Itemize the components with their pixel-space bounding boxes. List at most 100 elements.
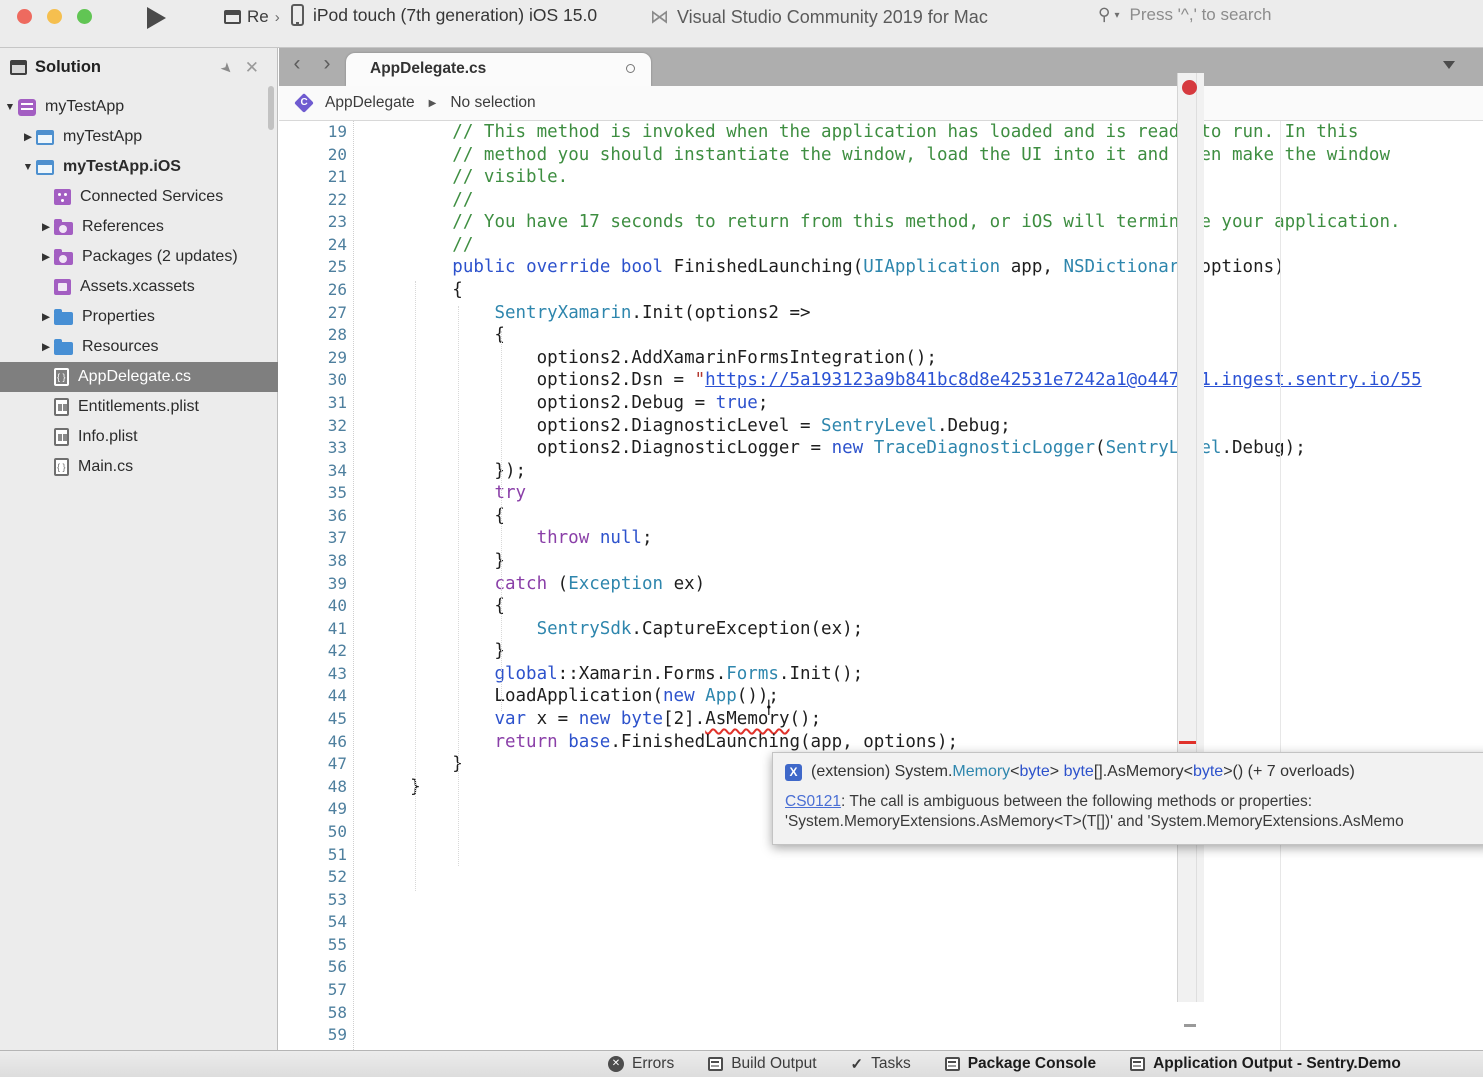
code-line[interactable]: 29 options2.AddXamarinFormsIntegration()… [279, 347, 1483, 370]
line-number[interactable]: 24 [279, 234, 347, 257]
chevron-right-icon[interactable]: ▶ [38, 311, 54, 323]
line-number[interactable]: 26 [279, 279, 347, 302]
code-line[interactable]: 22 // [279, 189, 1483, 212]
navigate-forward-button[interactable]: › [315, 52, 339, 76]
line-number[interactable]: 39 [279, 573, 347, 596]
statusbar-pad-errors[interactable]: ✕Errors [608, 1055, 674, 1073]
code-line[interactable]: 46 return base.FinishedLaunching(app, op… [279, 731, 1483, 754]
line-number[interactable]: 48 [279, 776, 347, 799]
code-line[interactable]: 30 options2.Dsn = "https://5a193123a9b84… [279, 369, 1483, 392]
line-number[interactable]: 22 [279, 189, 347, 212]
line-number[interactable]: 40 [279, 595, 347, 618]
code-line[interactable]: 38 } [279, 550, 1483, 573]
line-number[interactable]: 36 [279, 505, 347, 528]
file-error-indicator-icon[interactable] [1182, 80, 1197, 95]
code-line[interactable]: 44 LoadApplication(new App()); [279, 685, 1483, 708]
code-editor[interactable]: 19 // This method is invoked when the ap… [279, 121, 1483, 1050]
code-line[interactable]: 28 { [279, 324, 1483, 347]
chevron-right-icon[interactable]: ▶ [38, 221, 54, 233]
line-number[interactable]: 59 [279, 1024, 347, 1047]
line-number[interactable]: 49 [279, 798, 347, 821]
line-number[interactable]: 33 [279, 437, 347, 460]
sidebar-item-mytestapp[interactable]: ▶myTestApp [0, 122, 278, 152]
tab-list-dropdown-icon[interactable] [1443, 61, 1455, 69]
line-number[interactable]: 23 [279, 211, 347, 234]
chevron-down-icon[interactable]: ▼ [2, 101, 18, 113]
line-number[interactable]: 54 [279, 911, 347, 934]
run-button[interactable] [147, 7, 166, 29]
search-input[interactable]: ⚲ ▾ Press '^,' to search [1098, 5, 1478, 25]
chevron-right-icon[interactable]: ▶ [38, 341, 54, 353]
window-minimize-button[interactable] [47, 9, 62, 24]
line-number[interactable]: 52 [279, 866, 347, 889]
line-number[interactable]: 37 [279, 527, 347, 550]
code-line[interactable]: 37 throw null; [279, 527, 1483, 550]
line-number[interactable]: 50 [279, 821, 347, 844]
statusbar-pad-tasks[interactable]: ✓Tasks [851, 1055, 911, 1073]
line-number[interactable]: 34 [279, 460, 347, 483]
line-number[interactable]: 51 [279, 844, 347, 867]
sidebar-item-info-plist[interactable]: Info.plist [0, 422, 278, 452]
line-number[interactable]: 58 [279, 1002, 347, 1025]
code-line[interactable]: 39 catch (Exception ex) [279, 573, 1483, 596]
sidebar-item-main-cs[interactable]: Main.cs [0, 452, 278, 482]
code-line[interactable]: 40 { [279, 595, 1483, 618]
editor-scrollbar[interactable] [1177, 73, 1204, 1002]
pin-icon[interactable]: ➤ [217, 58, 237, 78]
line-number[interactable]: 47 [279, 753, 347, 776]
code-line[interactable]: 42 } [279, 640, 1483, 663]
code-line[interactable]: 23 // You have 17 seconds to return from… [279, 211, 1483, 234]
code-line[interactable]: 51 [279, 844, 1483, 867]
sidebar-item-references[interactable]: ▶References [0, 212, 278, 242]
statusbar-pad-application-output-sentry-demo[interactable]: Application Output - Sentry.Demo [1130, 1055, 1401, 1073]
configuration-selector[interactable]: Re › [224, 7, 280, 27]
chevron-down-icon[interactable]: ▼ [20, 161, 36, 173]
close-icon[interactable]: ✕ [245, 58, 259, 78]
breadcrumb-member[interactable]: No selection [450, 94, 535, 112]
sidebar-item-mytestapp[interactable]: ▼myTestApp [0, 92, 278, 122]
sidebar-item-packages-2-updates-[interactable]: ▶Packages (2 updates) [0, 242, 278, 272]
line-number[interactable]: 28 [279, 324, 347, 347]
line-number[interactable]: 55 [279, 934, 347, 957]
line-number[interactable]: 43 [279, 663, 347, 686]
line-number[interactable]: 46 [279, 731, 347, 754]
line-number[interactable]: 27 [279, 302, 347, 325]
sidebar-item-mytestapp-ios[interactable]: ▼myTestApp.iOS [0, 152, 278, 182]
line-number[interactable]: 45 [279, 708, 347, 731]
line-number[interactable]: 41 [279, 618, 347, 641]
device-selector[interactable]: iPod touch (7th generation) iOS 15.0 [291, 4, 597, 26]
line-number[interactable]: 29 [279, 347, 347, 370]
code-line[interactable]: 25 public override bool FinishedLaunchin… [279, 256, 1483, 279]
line-number[interactable]: 20 [279, 144, 347, 167]
line-number[interactable]: 56 [279, 956, 347, 979]
code-line[interactable]: 43 global::Xamarin.Forms.Forms.Init(); [279, 663, 1483, 686]
line-number[interactable]: 57 [279, 979, 347, 1002]
code-line[interactable]: 27 SentryXamarin.Init(options2 => [279, 302, 1483, 325]
line-number[interactable]: 30 [279, 369, 347, 392]
code-line[interactable]: 45 var x = new byte[2].AsMemory(); [279, 708, 1483, 731]
code-line[interactable]: 24 // [279, 234, 1483, 257]
code-line[interactable]: 41 SentrySdk.CaptureException(ex); [279, 618, 1483, 641]
scrollbar-error-marker[interactable] [1179, 741, 1196, 744]
code-line[interactable]: 31 options2.Debug = true; [279, 392, 1483, 415]
code-line[interactable]: 56 [279, 956, 1483, 979]
code-line[interactable]: 57 [279, 979, 1483, 1002]
code-line[interactable]: 20 // method you should instantiate the … [279, 144, 1483, 167]
window-zoom-button[interactable] [77, 9, 92, 24]
line-number[interactable]: 32 [279, 415, 347, 438]
line-number[interactable]: 19 [279, 121, 347, 144]
chevron-right-icon[interactable]: ▶ [20, 131, 36, 143]
line-number[interactable]: 44 [279, 685, 347, 708]
line-number[interactable]: 42 [279, 640, 347, 663]
sidebar-item-resources[interactable]: ▶Resources [0, 332, 278, 362]
code-line[interactable]: 52 [279, 866, 1483, 889]
error-code-link[interactable]: CS0121 [785, 793, 841, 810]
chevron-right-icon[interactable]: ▶ [38, 251, 54, 263]
code-line[interactable]: 35 try [279, 482, 1483, 505]
window-close-button[interactable] [17, 9, 32, 24]
navigate-back-button[interactable]: ‹ [285, 52, 309, 76]
code-line[interactable]: 32 options2.DiagnosticLevel = SentryLeve… [279, 415, 1483, 438]
statusbar-pad-build-output[interactable]: Build Output [708, 1055, 816, 1073]
code-line[interactable]: 34 }); [279, 460, 1483, 483]
tab-appdelegate[interactable]: AppDelegate.cs [346, 53, 651, 86]
